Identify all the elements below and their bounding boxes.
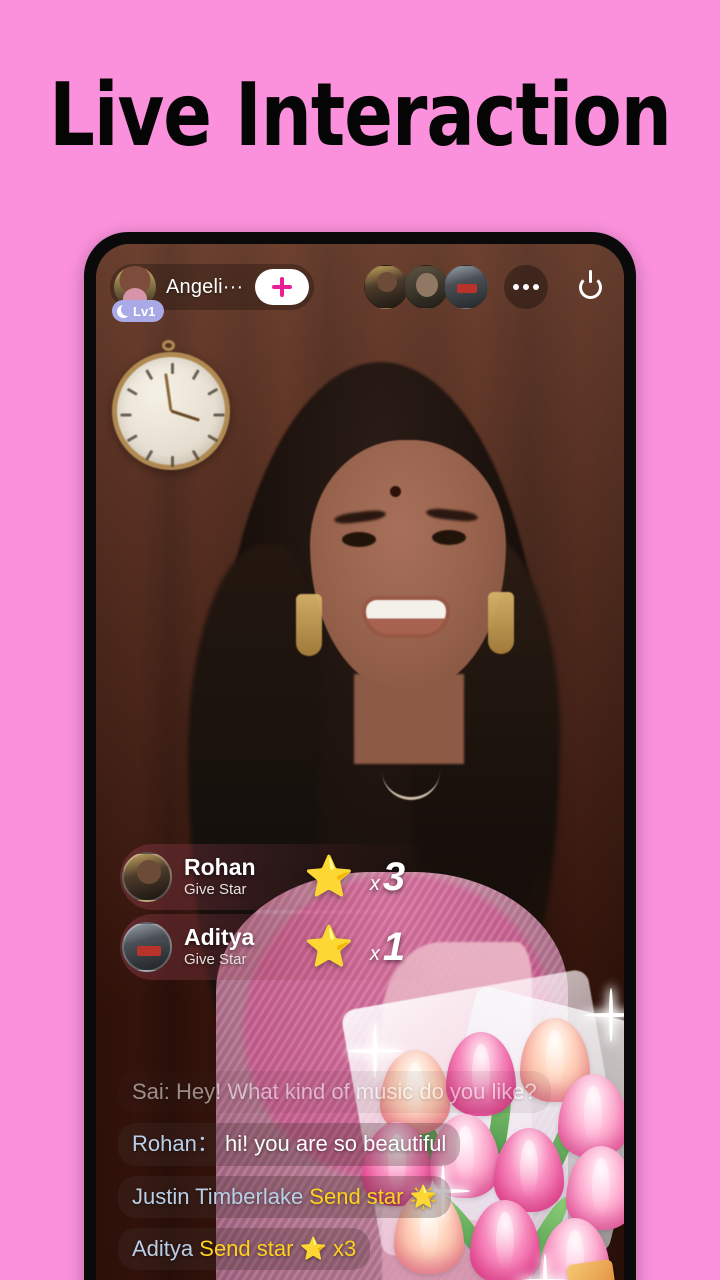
gift-sender-name: Aditya bbox=[184, 924, 255, 951]
host-level-label: Lv1 bbox=[133, 303, 156, 319]
gift-action-label: Give Star bbox=[184, 950, 247, 968]
chat-message-text: hi! you are so beautiful bbox=[218, 1131, 447, 1157]
chat-message-text: Hey! What kind of music do you like? bbox=[169, 1079, 537, 1105]
chat-sender-name: Rohan： bbox=[132, 1131, 219, 1157]
host-earring-left bbox=[296, 594, 322, 656]
host-eye-right bbox=[432, 530, 466, 545]
more-options-button[interactable] bbox=[504, 265, 548, 309]
gift-count: x 1 bbox=[370, 925, 405, 970]
gift-count-value: 3 bbox=[382, 854, 406, 899]
gift-count-value: 1 bbox=[382, 924, 406, 969]
host-level-badge: Lv1 bbox=[112, 300, 165, 322]
more-horizontal-icon bbox=[513, 284, 519, 290]
chat-message[interactable]: Aditya Send star ⭐ x3 bbox=[118, 1227, 371, 1270]
chat-sender-name: Sai: bbox=[132, 1079, 170, 1105]
more-horizontal-icon bbox=[523, 284, 529, 290]
viewer-avatar[interactable] bbox=[404, 265, 448, 309]
gift-multiplier-symbol: x bbox=[369, 942, 380, 965]
gift-count: x 3 bbox=[370, 855, 405, 900]
host-info-pill[interactable]: Angeli··· Lv1 bbox=[110, 264, 315, 322]
follow-host-button[interactable] bbox=[255, 269, 310, 305]
phone-frame: Angeli··· Lv1 Rohan Give Star ⭐ x 3 Adit… bbox=[84, 232, 636, 1280]
chat-gift-label: Send star bbox=[303, 1183, 404, 1209]
gift-sender-info: Rohan Give Star bbox=[184, 855, 300, 898]
chat-sender-name: Justin Timberlake bbox=[132, 1183, 304, 1209]
gift-notification-row: Aditya Give Star ⭐ x 1 bbox=[120, 914, 440, 980]
chat-gift-label: Send star bbox=[193, 1235, 294, 1261]
star-icon: ⭐ bbox=[304, 855, 354, 899]
chat-sender-name: Aditya bbox=[132, 1235, 194, 1261]
host-smile bbox=[366, 600, 446, 634]
star-icon: ⭐ x3 bbox=[293, 1235, 357, 1261]
host-necklace bbox=[382, 742, 440, 800]
moon-icon bbox=[117, 304, 130, 318]
chat-message[interactable]: Sai: Hey! What kind of music do you like… bbox=[118, 1071, 551, 1114]
gift-sender-avatar[interactable] bbox=[122, 852, 172, 902]
plus-icon bbox=[272, 277, 293, 297]
power-icon bbox=[578, 269, 602, 299]
chat-message[interactable]: Rohan： hi! you are so beautiful bbox=[118, 1123, 461, 1166]
page-title: Live Interaction bbox=[49, 64, 672, 167]
gift-sender-avatar[interactable] bbox=[122, 922, 172, 972]
gift-multiplier-symbol: x bbox=[369, 872, 380, 895]
gift-sender-name: Rohan bbox=[184, 854, 256, 881]
live-chat-feed: Sai: Hey! What kind of music do you like… bbox=[118, 1071, 564, 1280]
viewer-avatar[interactable] bbox=[364, 265, 408, 309]
host-eye-left bbox=[342, 532, 376, 547]
live-top-bar: Angeli··· Lv1 bbox=[96, 264, 624, 322]
viewer-avatar-list bbox=[364, 265, 488, 309]
more-horizontal-icon bbox=[533, 284, 539, 290]
host-bindi bbox=[390, 486, 401, 497]
viewer-avatar[interactable] bbox=[444, 265, 488, 309]
host-earring-right bbox=[488, 592, 514, 654]
host-name: Angeli··· bbox=[166, 275, 244, 298]
gift-notification-list: Rohan Give Star ⭐ x 3 Aditya Give Star ⭐… bbox=[120, 844, 440, 980]
exit-live-button[interactable] bbox=[570, 265, 610, 309]
chat-message[interactable]: Justin Timberlake Send star 🌟 bbox=[118, 1175, 451, 1218]
live-stream-screen: Angeli··· Lv1 Rohan Give Star ⭐ x 3 Adit… bbox=[96, 244, 624, 1280]
gift-notification-row: Rohan Give Star ⭐ x 3 bbox=[120, 844, 440, 910]
star-icon: ⭐ bbox=[304, 925, 354, 969]
star-icon: 🌟 bbox=[403, 1183, 437, 1209]
gift-sender-info: Aditya Give Star bbox=[184, 925, 300, 968]
gift-action-label: Give Star bbox=[184, 880, 247, 898]
